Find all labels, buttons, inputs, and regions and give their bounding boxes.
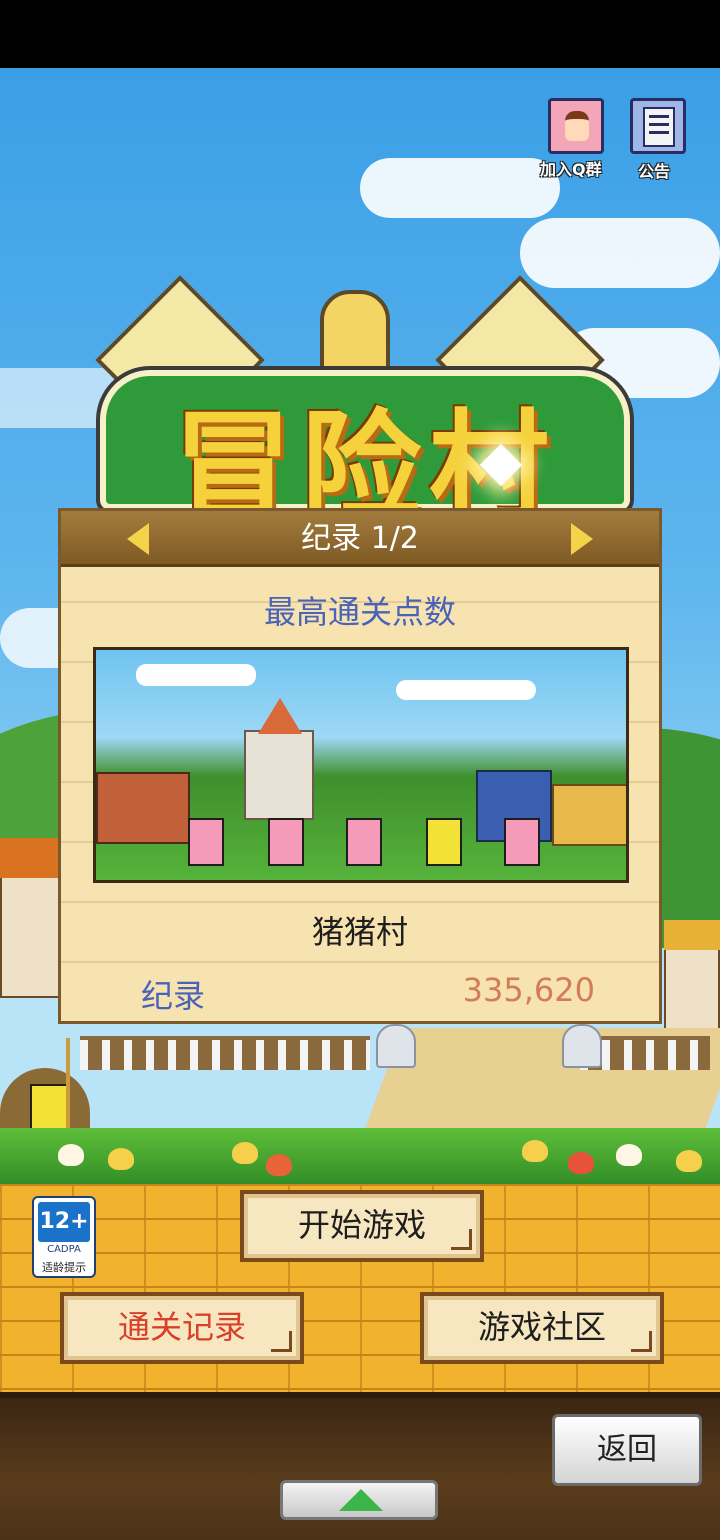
avatar-face: [565, 111, 589, 141]
flower: [108, 1148, 134, 1170]
flower: [676, 1150, 702, 1172]
adventurer: [188, 818, 224, 866]
age-rating-badge[interactable]: 12+ CADPA 适龄提示: [32, 1196, 96, 1278]
clear-records-button[interactable]: 通关记录: [60, 1292, 304, 1364]
village-name: 猪猪村: [311, 913, 408, 951]
house: [664, 940, 720, 1030]
tombstone: [376, 1024, 416, 1068]
record-value: 335,620: [462, 971, 595, 1009]
record-panel-title: 纪录 1/2: [301, 521, 419, 556]
hero-spear: [66, 1038, 70, 1128]
castle-roof: [258, 698, 302, 734]
village-screenshot: [93, 647, 629, 883]
cloud: [360, 158, 560, 218]
shop-building: [96, 772, 190, 844]
adventurer: [504, 818, 540, 866]
cloud: [396, 680, 536, 700]
fence: [80, 1036, 370, 1070]
roof: [664, 920, 720, 950]
flower: [616, 1144, 642, 1166]
flower: [58, 1144, 84, 1166]
flower: [266, 1154, 292, 1176]
flower: [522, 1140, 548, 1162]
record-panel: 纪录 1/2 最高通关点数 猪猪村 纪录 335,620: [58, 508, 662, 1024]
back-button[interactable]: 返回: [552, 1414, 702, 1486]
expand-up-button[interactable]: [280, 1480, 438, 1520]
adventurer: [268, 818, 304, 866]
chevron-up-icon: [339, 1489, 383, 1511]
record-label: 纪录: [141, 977, 206, 1015]
age-rating-org: CADPA: [47, 1244, 81, 1255]
next-record-arrow-icon[interactable]: [571, 523, 593, 555]
adventurer: [426, 818, 462, 866]
start-game-button[interactable]: 开始游戏: [240, 1190, 484, 1262]
notice-lines: [649, 115, 669, 137]
game-logo: 冒险村: [40, 220, 690, 538]
qq-group-icon[interactable]: [548, 98, 604, 154]
hero-character: [30, 1084, 70, 1132]
notice-label: 公告: [638, 162, 671, 181]
age-rating-number: 12+: [38, 1202, 90, 1242]
record-subtitle: 最高通关点数: [263, 593, 456, 631]
record-panel-header: 纪录 1/2: [61, 511, 659, 567]
flower: [568, 1152, 594, 1174]
shop-building: [552, 784, 626, 846]
tombstone: [562, 1024, 602, 1068]
adventurer: [346, 818, 382, 866]
flower: [232, 1142, 258, 1164]
status-bar: [0, 0, 720, 68]
castle: [244, 730, 314, 820]
qq-group-label: 加入Q群: [540, 160, 602, 179]
community-button[interactable]: 游戏社区: [420, 1292, 664, 1364]
cloud: [136, 664, 256, 686]
notice-icon[interactable]: [630, 98, 686, 154]
age-rating-note: 适龄提示: [42, 1261, 86, 1274]
